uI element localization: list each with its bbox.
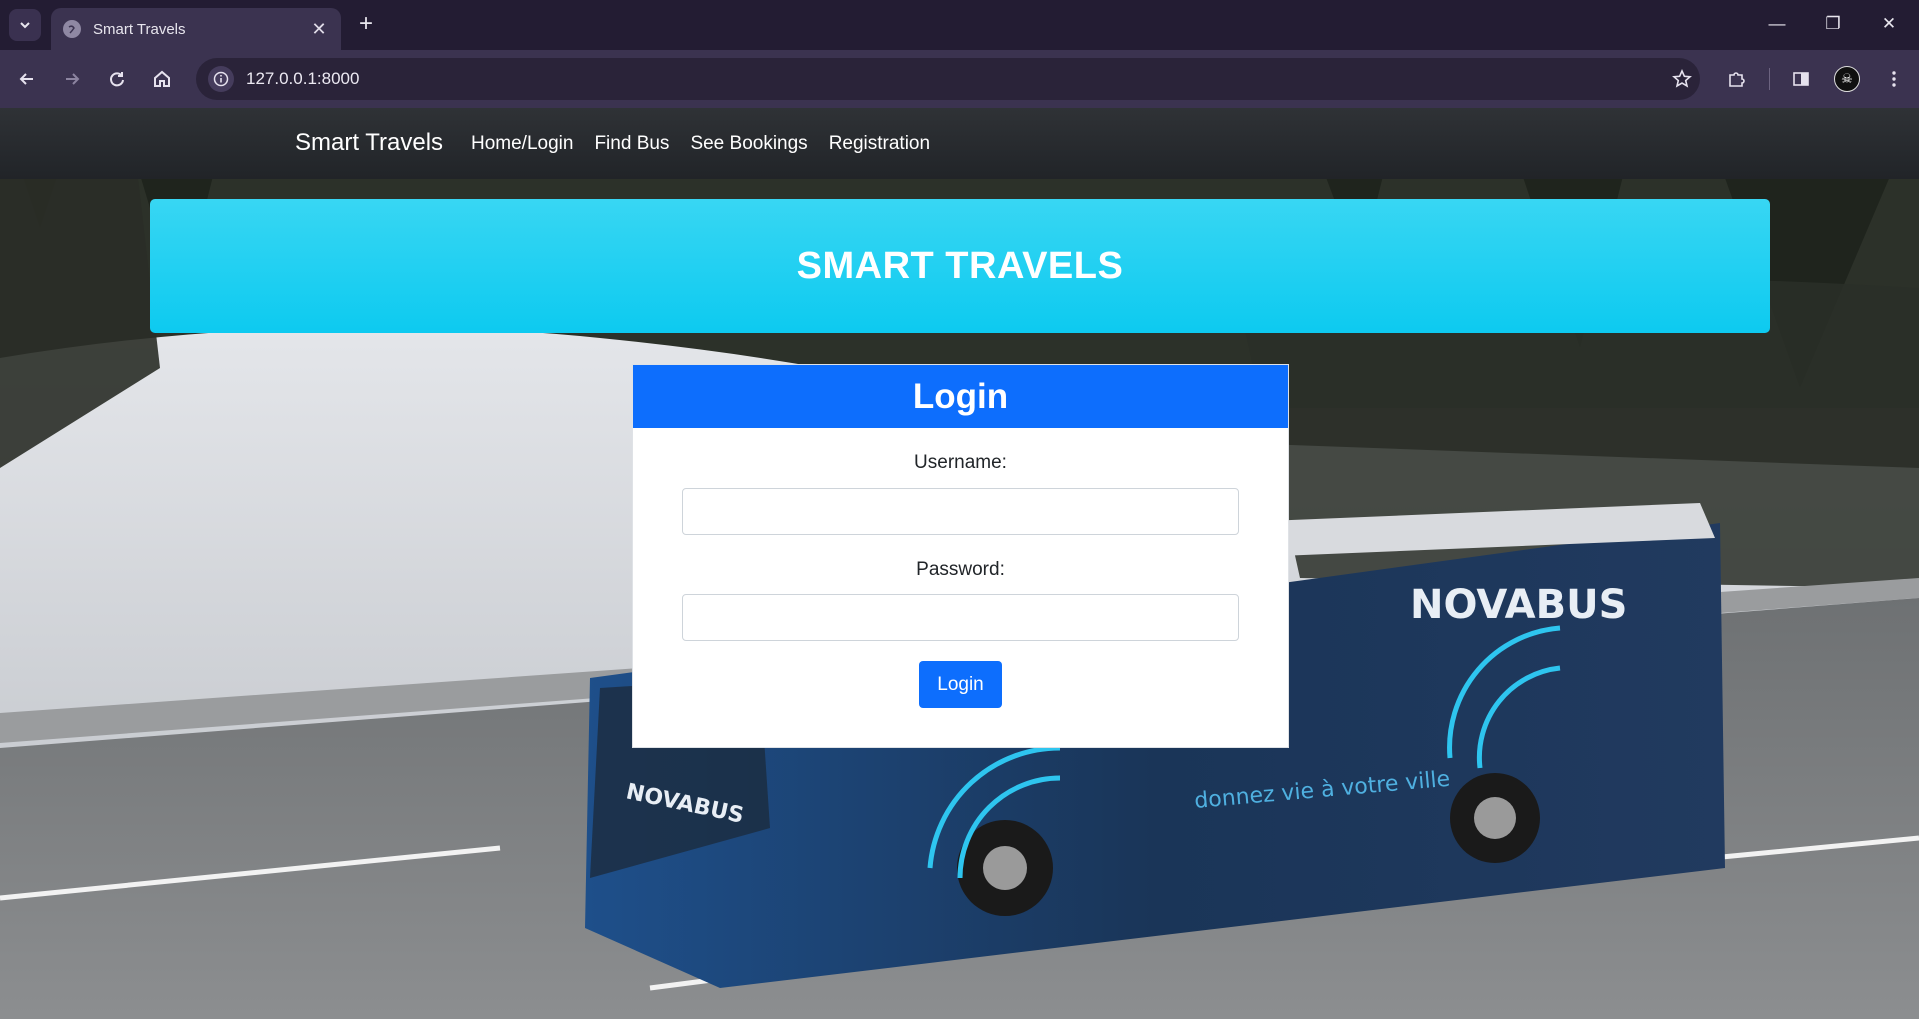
username-input[interactable] [682,488,1239,535]
nav-link-home-login[interactable]: Home/Login [471,133,573,155]
nav-link-see-bookings[interactable]: See Bookings [690,133,807,155]
password-label: Password: [916,559,1005,580]
hero-banner: SMART TRAVELS [150,199,1770,333]
arrow-right-icon[interactable] [56,63,88,95]
window-close-icon[interactable]: ✕ [1866,8,1912,40]
tab-title: Smart Travels [93,20,186,38]
login-button[interactable]: Login [919,661,1002,708]
plus-icon[interactable]: + [352,10,380,38]
star-icon[interactable] [1664,69,1700,89]
browser-tab-strip: Smart Travels ✕ + — ❐ ✕ [0,0,1919,50]
chevron-down-icon [20,22,30,29]
close-icon[interactable]: ✕ [309,19,329,40]
login-card-title: Login [912,376,1009,416]
login-card: Login Username: Password: Login [632,364,1289,748]
username-label: Username: [914,452,1007,473]
nav-link-registration[interactable]: Registration [829,133,930,155]
hero-title: SMART TRAVELS [796,244,1124,287]
tab-search-button[interactable] [9,9,41,41]
info-icon[interactable] [208,66,234,92]
password-input[interactable] [682,594,1239,641]
toolbar-separator [1769,68,1770,90]
navbar-brand[interactable]: Smart Travels [295,129,443,157]
login-card-header: Login [633,365,1288,428]
restore-icon[interactable]: ❐ [1810,8,1856,40]
nav-link-find-bus[interactable]: Find Bus [594,133,669,155]
globe-icon [63,20,81,38]
reload-icon[interactable] [101,63,133,95]
browser-toolbar: 127.0.0.1:8000 [0,50,1919,108]
web-page: NOVABUS donnez vie à votre ville NOVABUS… [0,108,1919,1019]
site-navbar: Smart Travels Home/Login Find Bus See Bo… [0,108,1919,179]
kebab-menu-icon[interactable] [1878,63,1910,95]
profile-avatar[interactable]: ☠ [1834,66,1860,92]
home-icon[interactable] [146,63,178,95]
bus-logo-text: NOVABUS [1410,582,1627,628]
address-bar[interactable]: 127.0.0.1:8000 [196,58,1700,100]
puzzle-icon[interactable] [1720,63,1752,95]
side-panel-icon[interactable] [1785,63,1817,95]
url-text: 127.0.0.1:8000 [246,69,360,88]
minimize-icon[interactable]: — [1754,8,1800,40]
browser-tab[interactable]: Smart Travels ✕ [51,8,341,50]
nav-links: Home/Login Find Bus See Bookings Registr… [471,133,930,155]
arrow-left-icon[interactable] [11,63,43,95]
